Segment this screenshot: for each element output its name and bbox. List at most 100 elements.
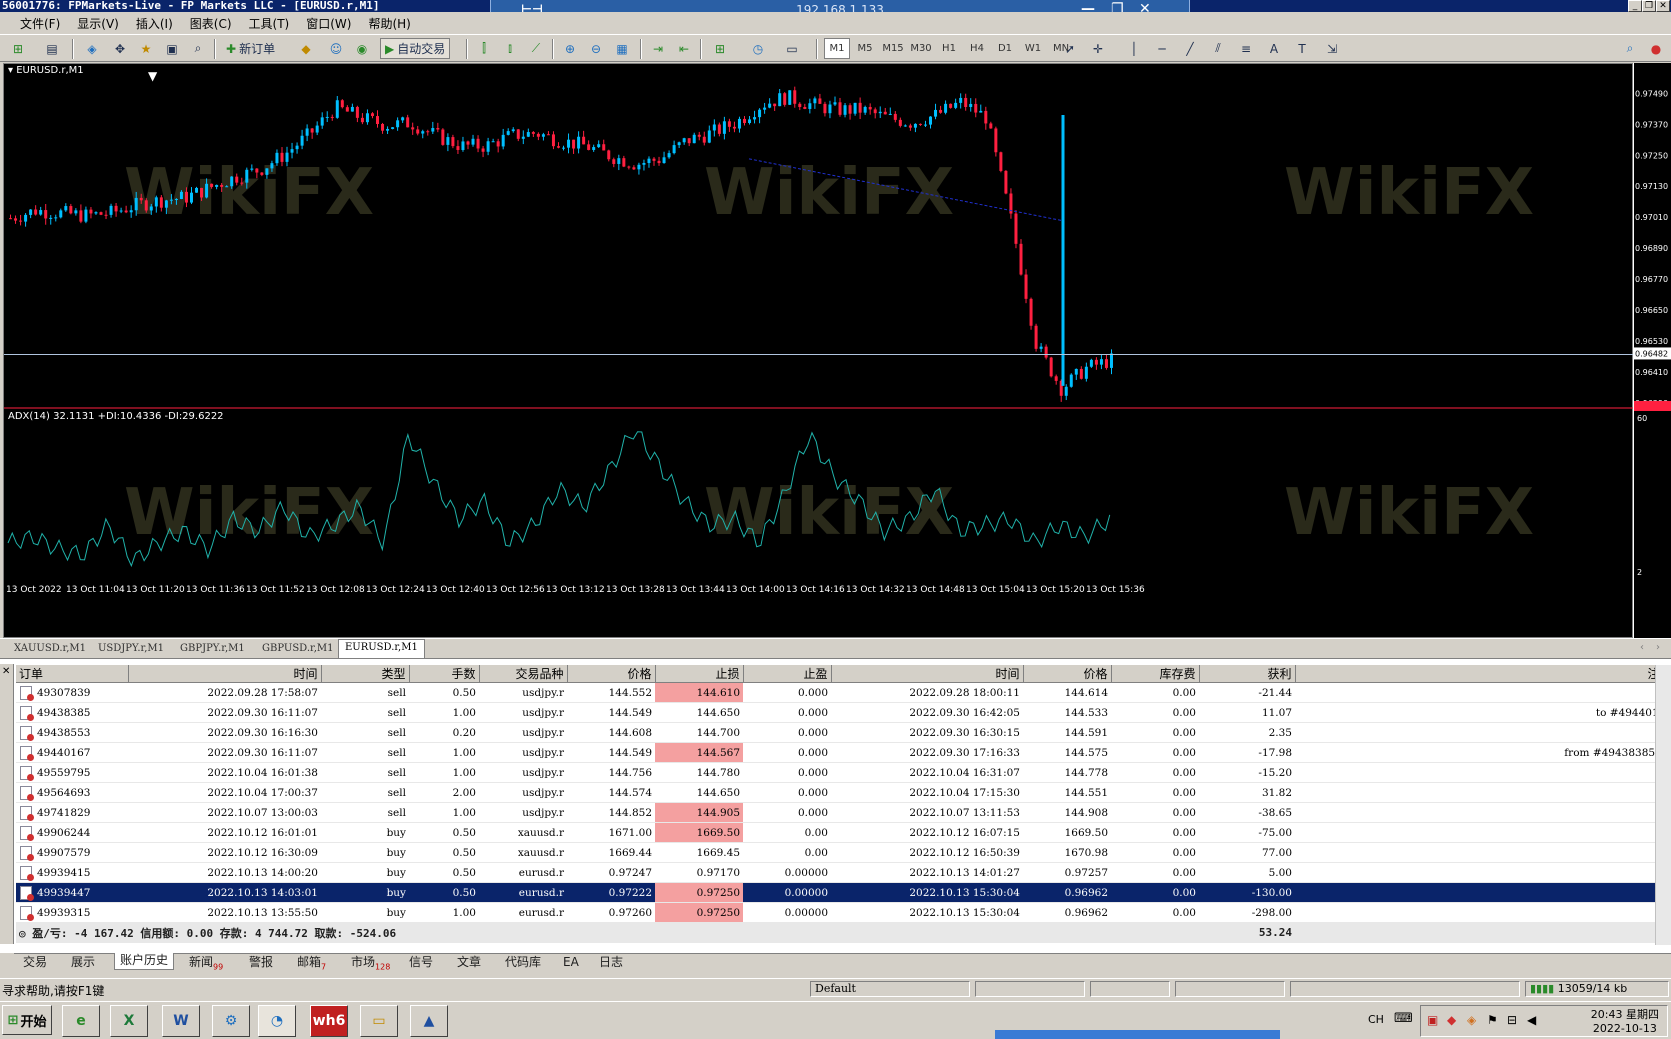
- menu-charts[interactable]: 图表(C): [190, 15, 232, 32]
- terminal-icon[interactable]: ▣: [162, 38, 182, 59]
- tray-security-icon[interactable]: ◆: [1447, 1013, 1456, 1027]
- tray-cube-icon[interactable]: ◈: [1467, 1013, 1476, 1027]
- candlestick-icon[interactable]: ⫾: [500, 38, 520, 59]
- table-row[interactable]: 49307839 2022.09.28 17:58:07 sell 0.50 usdjp…: [16, 682, 1671, 703]
- tile-windows-icon[interactable]: ▦: [612, 38, 632, 59]
- crosshair-icon[interactable]: ✛: [1088, 38, 1108, 59]
- ie-icon[interactable]: e: [62, 1005, 100, 1037]
- column-header[interactable]: 类型: [321, 665, 410, 683]
- tab-scroll-right-icon[interactable]: ›: [1656, 642, 1660, 653]
- column-header[interactable]: 订单: [16, 665, 129, 683]
- app-triangle-icon[interactable]: ▲: [410, 1005, 448, 1037]
- terminal-tab[interactable]: 账户历史: [114, 953, 175, 970]
- menu-file[interactable]: 文件(F): [20, 15, 60, 32]
- table-row[interactable]: 49939315 2022.10.13 13:55:50 buy 1.00 eurusd…: [16, 902, 1671, 923]
- equidistant-channel-icon[interactable]: ⫽: [1208, 38, 1228, 59]
- new-order-button[interactable]: ✚ 新订单: [222, 38, 279, 59]
- auto-trading-button[interactable]: ▶ 自动交易: [380, 38, 451, 59]
- column-header[interactable]: 获利: [1199, 665, 1296, 683]
- terminal-tab[interactable]: 新闻99: [184, 955, 228, 974]
- menu-help[interactable]: 帮助(H): [368, 15, 410, 32]
- timeframe-m15[interactable]: M15: [880, 38, 906, 59]
- data-window-icon[interactable]: ✥: [110, 38, 130, 59]
- arrows-icon[interactable]: ⇲: [1322, 38, 1342, 59]
- profiles-icon[interactable]: ▤: [42, 38, 62, 59]
- metatrader-icon[interactable]: ◔: [258, 1005, 296, 1037]
- terminal-tab[interactable]: 市场128: [346, 955, 395, 974]
- chart-tab-usdjpy[interactable]: USDJPY.r,M1: [92, 641, 170, 658]
- terminal-tab[interactable]: 邮箱7: [292, 955, 331, 974]
- column-header[interactable]: 时间: [128, 665, 322, 683]
- column-header[interactable]: 时间: [831, 665, 1024, 683]
- terminal-tab[interactable]: EA: [558, 955, 584, 970]
- menu-insert[interactable]: 插入(I): [136, 15, 173, 32]
- chart-tab-gbpusd[interactable]: GBPUSD.r,M1: [256, 641, 339, 658]
- table-row[interactable]: 49440167 2022.09.30 16:11:07 sell 1.00 usdjp…: [16, 742, 1671, 763]
- search-icon[interactable]: ⌕: [1620, 38, 1640, 59]
- excel-icon[interactable]: X: [110, 1005, 148, 1037]
- close-icon[interactable]: ✕: [1656, 0, 1670, 12]
- restore-icon[interactable]: ❐: [1642, 0, 1656, 12]
- zoom-in-icon[interactable]: ⊕: [560, 38, 580, 59]
- vertical-line-icon[interactable]: │: [1124, 38, 1144, 59]
- table-row[interactable]: 49564693 2022.10.04 17:00:37 sell 2.00 usdjp…: [16, 782, 1671, 803]
- timeframe-m30[interactable]: M30: [908, 38, 934, 59]
- notification-icon[interactable]: ●: [1646, 38, 1666, 59]
- column-header[interactable]: 注释: [1295, 665, 1671, 683]
- table-row[interactable]: 49907579 2022.10.12 16:30:09 buy 0.50 xauusd…: [16, 842, 1671, 863]
- column-header[interactable]: 价格: [1023, 665, 1112, 683]
- chart-tab-gbpjpy[interactable]: GBPJPY.r,M1: [174, 641, 251, 658]
- signals-icon[interactable]: ☺: [326, 38, 346, 59]
- tab-scroll-left-icon[interactable]: ‹: [1640, 642, 1644, 653]
- network-app-icon[interactable]: ⚙: [212, 1005, 250, 1037]
- table-row[interactable]: 49939447 2022.10.13 14:03:01 buy 0.50 eurusd…: [16, 882, 1671, 903]
- table-row[interactable]: 49438553 2022.09.30 16:16:30 sell 0.20 usdjp…: [16, 722, 1671, 743]
- table-row[interactable]: 49906244 2022.10.12 16:01:01 buy 0.50 xauusd…: [16, 822, 1671, 843]
- clock[interactable]: 20:43 星期四 2022-10-13: [1591, 1008, 1659, 1036]
- tray-volume-icon[interactable]: ◀: [1527, 1013, 1536, 1027]
- terminal-tab[interactable]: 信号: [404, 955, 438, 970]
- bar-chart-icon[interactable]: ⫿: [474, 38, 494, 59]
- tray-app-icon[interactable]: ▣: [1427, 1013, 1438, 1027]
- templates-icon[interactable]: ▭: [782, 38, 802, 59]
- text-icon[interactable]: A: [1264, 38, 1284, 59]
- timeframe-d1[interactable]: D1: [992, 38, 1018, 59]
- table-row[interactable]: 49438385 2022.09.30 16:11:07 sell 1.00 usdjp…: [16, 702, 1671, 723]
- timeframe-w1[interactable]: W1: [1020, 38, 1046, 59]
- column-header[interactable]: 手数: [409, 665, 480, 683]
- menu-window[interactable]: 窗口(W): [306, 15, 351, 32]
- timeframe-h1[interactable]: H1: [936, 38, 962, 59]
- column-header[interactable]: 交易品种: [479, 665, 568, 683]
- terminal-tab[interactable]: 文章: [452, 955, 486, 970]
- menu-tools[interactable]: 工具(T): [249, 15, 290, 32]
- menu-view[interactable]: 显示(V): [77, 15, 119, 32]
- horizontal-line-icon[interactable]: ─: [1152, 38, 1172, 59]
- column-header[interactable]: 价格: [567, 665, 656, 683]
- column-header[interactable]: 库存费: [1111, 665, 1200, 683]
- column-header[interactable]: 止损: [655, 665, 744, 683]
- navigator-icon[interactable]: ★: [136, 38, 156, 59]
- word-icon[interactable]: W: [162, 1005, 200, 1037]
- market-watch-icon[interactable]: ◈: [82, 38, 102, 59]
- tester-icon[interactable]: ⌕: [188, 38, 208, 59]
- new-chart-icon[interactable]: ⊞: [8, 38, 28, 59]
- chart-tab-xauusd[interactable]: XAUUSD.r,M1: [8, 641, 92, 658]
- terminal-scrollbar[interactable]: [1655, 665, 1671, 945]
- column-header[interactable]: 止盈: [743, 665, 832, 683]
- minimize-icon[interactable]: _: [1628, 0, 1642, 12]
- line-chart-icon[interactable]: ⟋: [526, 38, 546, 59]
- terminal-tab[interactable]: 代码库: [500, 955, 546, 970]
- wh6-icon[interactable]: wh6: [310, 1005, 348, 1037]
- table-row[interactable]: 49741829 2022.10.07 13:00:03 sell 1.00 usdjp…: [16, 802, 1671, 823]
- chart-shift-icon[interactable]: ⇤: [674, 38, 694, 59]
- fibonacci-icon[interactable]: ≡: [1236, 38, 1256, 59]
- terminal-close-icon[interactable]: ✕: [2, 666, 10, 677]
- trendline-icon[interactable]: ╱: [1180, 38, 1200, 59]
- chart-tab-eurusd[interactable]: EURUSD.r,M1: [338, 639, 425, 658]
- text-label-icon[interactable]: T: [1292, 38, 1312, 59]
- cursor-icon[interactable]: ➚: [1060, 38, 1080, 59]
- keyboard-icon[interactable]: ⌨: [1394, 1011, 1413, 1026]
- terminal-tab[interactable]: 交易: [18, 955, 52, 970]
- tray-flag-icon[interactable]: ⚑: [1487, 1013, 1498, 1027]
- terminal-tab[interactable]: 日志: [594, 955, 628, 970]
